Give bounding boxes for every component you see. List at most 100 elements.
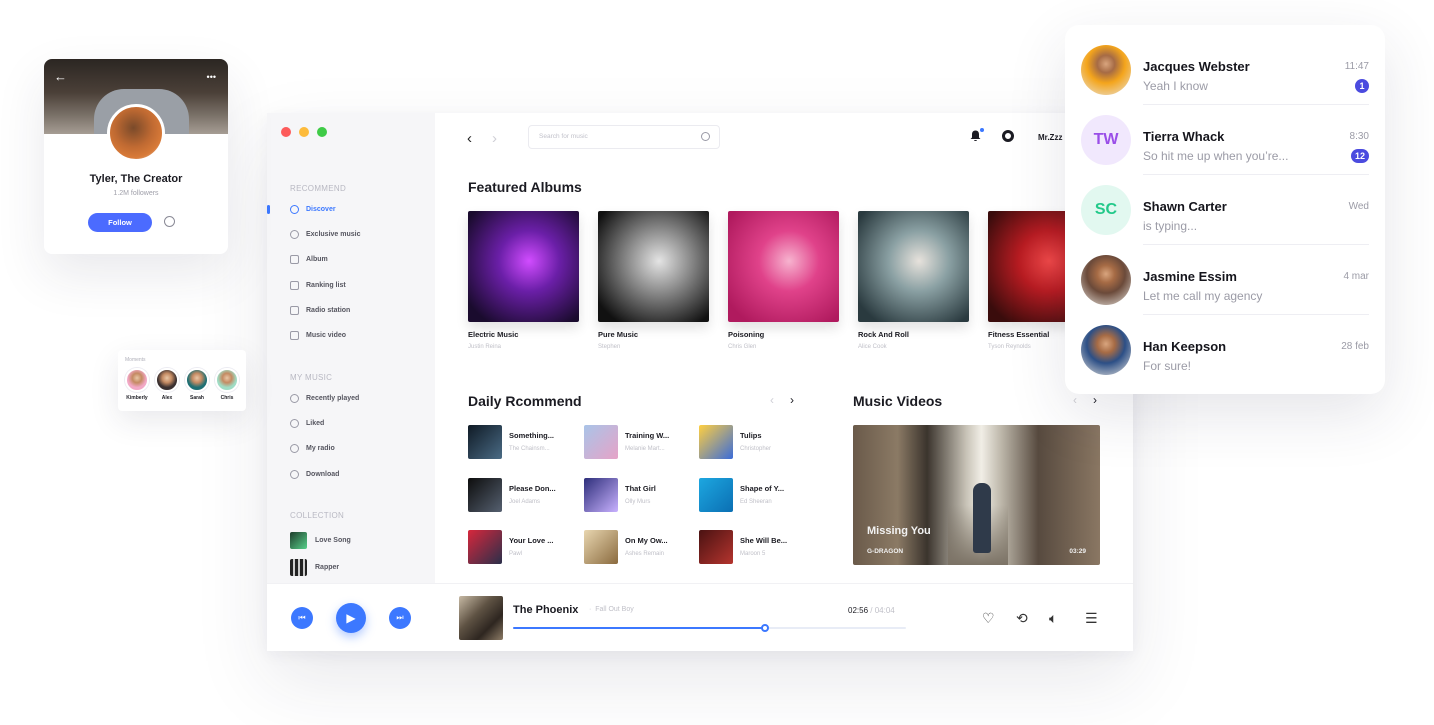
song-artist: Olly Murs <box>625 499 651 505</box>
song-artist: Joel Adams <box>509 499 541 505</box>
message-preview: is typing... <box>1143 219 1198 233</box>
daily-prev-icon[interactable]: ‹ <box>770 393 774 407</box>
collection-thumb <box>290 559 307 576</box>
radio-icon <box>290 444 299 453</box>
section-title-my-music: MY MUSIC <box>290 373 333 382</box>
message-preview: So hit me up when you’re... <box>1143 149 1289 163</box>
album-artist: Justin Reina <box>468 344 502 350</box>
song-item[interactable]: Training W... Melanie Mart... <box>584 425 694 459</box>
playback-time: 02:56 / 04:04 <box>848 606 895 615</box>
unread-badge: 1 <box>1355 79 1369 93</box>
previous-track-button[interactable]: ⏮ <box>291 607 313 629</box>
message-item[interactable]: Han Keepson For sure! 28 feb <box>1065 315 1385 385</box>
message-sender: Shawn Carter <box>1143 199 1227 214</box>
message-item[interactable]: Jacques Webster Yeah I know 11:47 1 <box>1065 35 1385 105</box>
album-card[interactable]: Electric Music Justin Reina <box>468 211 579 350</box>
download-icon <box>290 470 299 479</box>
video-duration: 03:29 <box>1069 548 1086 555</box>
song-title: She Will Be... <box>740 536 788 545</box>
chat-icon[interactable] <box>164 216 175 227</box>
profile-card: ← ••• Tyler, The Creator 1.2M followers … <box>44 59 228 254</box>
message-preview: Let me call my agency <box>1143 289 1263 303</box>
heart-icon[interactable]: ♡ <box>982 610 995 627</box>
video-artist: G-DRAGON <box>867 548 904 555</box>
artist-separator: · <box>589 606 592 613</box>
song-item[interactable]: Please Don... Joel Adams <box>468 478 578 512</box>
collection-item-label: Love Song <box>315 537 351 544</box>
more-icon[interactable]: ••• <box>207 72 216 82</box>
next-track-button[interactable]: ⏭ <box>389 607 411 629</box>
album-title: Fitness Essential <box>988 330 1050 339</box>
song-item[interactable]: She Will Be... Maroon 5 <box>699 530 809 564</box>
song-thumb <box>468 530 502 564</box>
profile-followers: 1.2M followers <box>113 190 159 197</box>
play-button[interactable]: ▶ <box>336 603 366 633</box>
album-cover <box>468 211 579 322</box>
progress-handle[interactable] <box>760 624 769 632</box>
heart-icon <box>290 419 299 428</box>
sidebar-item-recently-played[interactable]: Recently played <box>290 394 359 403</box>
album-cover <box>728 211 839 322</box>
message-item[interactable]: SC Shawn Carter is typing... Wed <box>1065 175 1385 245</box>
videos-prev-icon[interactable]: ‹ <box>1073 393 1077 407</box>
unread-badge: 12 <box>1350 149 1369 163</box>
videos-next-icon[interactable]: › <box>1093 393 1097 407</box>
song-item[interactable]: That Girl Olly Murs <box>584 478 694 512</box>
message-item[interactable]: Jasmine Essim Let me call my agency 4 mar <box>1065 245 1385 315</box>
message-sender: Tierra Whack <box>1143 129 1225 144</box>
sidebar-item-liked[interactable]: Liked <box>290 419 324 428</box>
album-card[interactable]: Rock And Roll Alice Cook <box>858 211 969 350</box>
now-playing-artist: · Fall Out Boy <box>589 606 634 613</box>
music-video-card[interactable]: Missing You G-DRAGON 03:29 <box>853 425 1100 565</box>
song-artist: Ashes Remain <box>625 551 665 557</box>
message-time: Wed <box>1348 201 1369 212</box>
sidebar-item-label: My radio <box>306 445 335 452</box>
song-title: On My Ow... <box>625 536 668 545</box>
collection-item-love-song[interactable]: Love Song <box>290 532 351 549</box>
follow-button[interactable]: Follow <box>88 213 152 232</box>
moment-avatar[interactable] <box>155 368 179 392</box>
clock-icon <box>290 394 299 403</box>
message-time: 28 feb <box>1341 341 1369 352</box>
player-bar: ⏮ ▶ ⏭ The Phoenix · Fall Out Boy 02:56 /… <box>267 583 1133 651</box>
daily-next-icon[interactable]: › <box>790 393 794 407</box>
play-icon: ▶ <box>346 611 356 625</box>
daily-recommend-title: Daily Rcommend <box>468 393 582 409</box>
album-title: Pure Music <box>598 330 639 339</box>
album-card[interactable]: Pure Music Stephen <box>598 211 709 350</box>
artist-name: Fall Out Boy <box>595 606 634 613</box>
moment-avatar[interactable] <box>125 368 149 392</box>
moment-name: Kimberly <box>126 395 148 401</box>
song-item[interactable]: Shape of Y... Ed Sheeran <box>699 478 809 512</box>
playlist-icon[interactable]: ☰ <box>1085 610 1098 627</box>
collection-item-rapper[interactable]: Rapper <box>290 559 339 576</box>
song-title: Something... <box>509 431 554 440</box>
album-card[interactable]: Poisoning Chris Glen <box>728 211 839 350</box>
song-thumb <box>468 478 502 512</box>
song-item[interactable]: Tulips Christopher <box>699 425 809 459</box>
song-item[interactable]: Your Love ... Pawl <box>468 530 578 564</box>
album-title: Poisoning <box>728 330 765 339</box>
sidebar-item-label: Download <box>306 471 340 478</box>
featured-albums-row: Electric Music Justin Reina Pure Music Step… <box>267 113 1065 373</box>
song-title: Your Love ... <box>509 536 554 545</box>
album-artist: Stephen <box>598 344 621 350</box>
message-time: 11:47 <box>1344 61 1369 72</box>
moment-avatar[interactable] <box>185 368 209 392</box>
song-item[interactable]: Something... The Chainsm... <box>468 425 578 459</box>
total-time: / 04:04 <box>870 606 895 615</box>
volume-icon[interactable]: 🔈︎ <box>1049 610 1057 627</box>
sidebar-item-download[interactable]: Download <box>290 470 339 479</box>
repeat-icon[interactable]: ⟲ <box>1016 610 1028 627</box>
song-artist: Melanie Mart... <box>625 446 665 452</box>
song-thumb <box>699 478 733 512</box>
moment-avatar[interactable] <box>215 368 239 392</box>
album-card[interactable]: Fitness Essential Tyson Reynolds <box>988 211 1065 350</box>
back-icon[interactable]: ← <box>54 69 67 84</box>
message-item[interactable]: TW Tierra Whack So hit me up when you’re..… <box>1065 105 1385 175</box>
sidebar-item-my-radio[interactable]: My radio <box>290 444 335 453</box>
avatar: TW <box>1081 115 1131 165</box>
song-item[interactable]: On My Ow... Ashes Remain <box>584 530 694 564</box>
progress-bar[interactable] <box>513 624 906 632</box>
current-time: 02:56 <box>848 606 869 615</box>
